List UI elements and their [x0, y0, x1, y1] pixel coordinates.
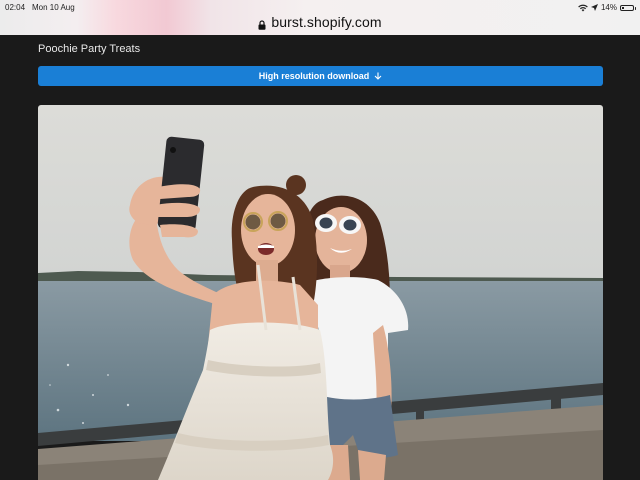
status-indicators: 14% — [578, 3, 636, 12]
location-arrow-icon — [590, 4, 598, 11]
status-time: 02:04 — [5, 3, 26, 12]
arrow-down-icon — [374, 72, 382, 80]
browser-chrome: 02:04 Mon 10 Aug 14% burst.shopify.com — [0, 0, 640, 35]
lock-icon — [258, 17, 266, 30]
stock-photo[interactable] — [38, 105, 603, 480]
download-button-label: High resolution download — [258, 71, 370, 81]
address-bar[interactable]: burst.shopify.com — [0, 12, 640, 32]
status-date: Mon 10 Aug — [32, 3, 75, 12]
page-content: Poochie Party Treats High resolution dow… — [0, 35, 640, 480]
page-title: Poochie Party Treats — [38, 43, 141, 55]
battery-icon — [620, 4, 636, 11]
wifi-icon — [578, 4, 588, 12]
high-resolution-download-button[interactable]: High resolution download — [38, 66, 603, 86]
battery-percent: 14% — [600, 3, 617, 12]
url-text[interactable]: burst.shopify.com — [271, 14, 381, 30]
battery-level-fill — [622, 6, 624, 9]
